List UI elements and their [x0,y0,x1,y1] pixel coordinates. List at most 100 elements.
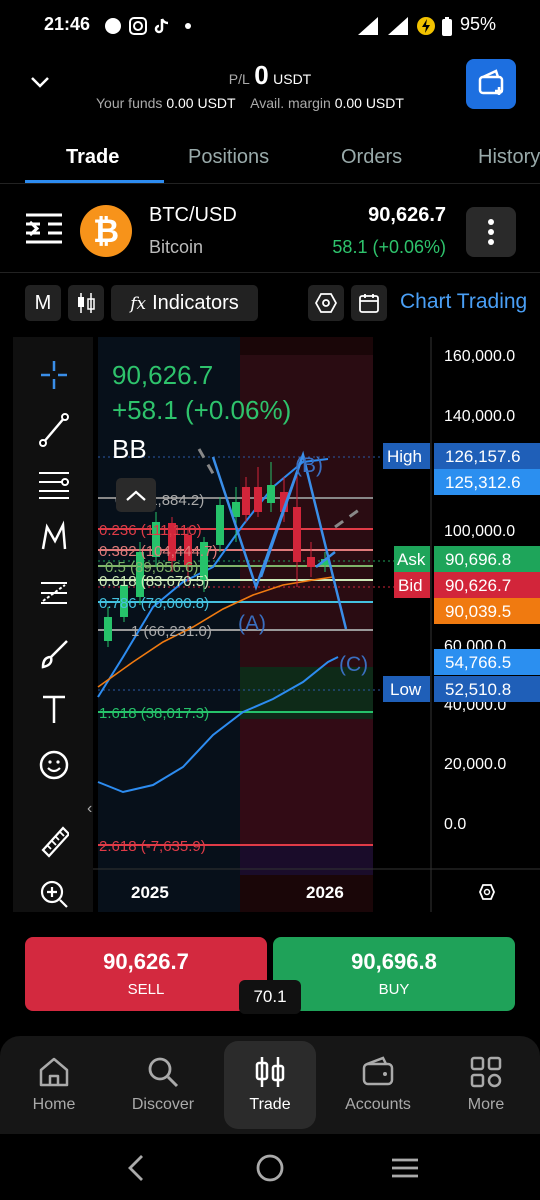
toolbar-collapse-icon[interactable]: ‹ [87,800,92,818]
bid-value: 90,626.7 [445,576,511,595]
instrument-price: 90,626.7 [368,204,446,226]
fib-label: 2.618 (-7,635.9) [99,838,206,855]
home-gesture-icon[interactable] [256,1154,284,1182]
tabs-divider [0,183,540,184]
wallet-plus-icon [478,69,504,95]
function-icon: fx [130,294,147,314]
price-tags: High 126,157.6 125,312.6 Ask 90,696.8 Bi… [383,443,540,702]
notification-icons-svg [105,17,191,35]
bitcoin-logo-icon: ₿ [80,205,132,257]
zoom-in-icon[interactable] [39,875,69,911]
upper-band-value: 125,312.6 [445,473,521,492]
nav-home[interactable]: Home [8,1048,100,1114]
x-tick: 2025 [131,883,169,902]
more-options-button[interactable] [466,207,516,257]
axis-settings-icon[interactable] [479,884,495,900]
nav-accounts[interactable]: Accounts [332,1048,424,1114]
fib-label: 0.382 (104,444.7) [99,543,217,560]
status-bar: 21:46 95% [0,0,540,52]
tab-history[interactable]: History [478,146,540,169]
candles-icon [255,1057,285,1087]
nav-discover-label: Discover [131,1096,195,1113]
buy-price: 90,696.8 [351,949,437,974]
ask-value: 90,696.8 [445,550,511,569]
indicators-button[interactable]: fx Indicators [111,285,258,321]
high-value: 126,157.6 [445,447,521,466]
y-tick: 100,000.0 [444,523,515,540]
fibonacci-icon[interactable] [39,575,69,611]
emoji-icon[interactable] [39,747,69,783]
battery-percent: 95% [459,14,496,34]
chart-trading-link[interactable]: Chart Trading [400,290,527,314]
fib-label: 0.786 (76,000.8) [99,595,209,612]
calendar-button[interactable] [351,285,387,321]
horizontal-lines-icon[interactable] [39,465,69,501]
sell-button[interactable]: 90,626.7 SELL [25,937,267,1011]
y-tick: 20,000.0 [444,756,506,773]
candle [216,505,224,545]
notification-icons [104,16,196,41]
tab-trade[interactable]: Trade [66,146,119,169]
instrument-change: 58.1 (+0.06%) [332,237,446,257]
chart-settings-button[interactable] [308,285,344,321]
nav-items: Home Discover Trade Accounts More [0,1036,540,1134]
text-tool-icon[interactable] [39,691,69,727]
nav-home-label: Home [32,1096,76,1113]
nav-more[interactable]: More [440,1048,532,1114]
trend-line-icon[interactable] [39,411,69,447]
grid-icon [470,1056,502,1088]
recents-icon[interactable] [392,1158,418,1178]
wallet-icon [362,1056,394,1086]
collapse-overlay-button[interactable] [116,478,156,512]
margin-label: Avail. margin [250,95,331,111]
system-navigation [0,1140,540,1200]
nav-trade[interactable]: Trade [224,1048,316,1114]
search-icon [148,1057,179,1088]
middle-band-value: 90,039.5 [445,602,511,621]
y-tick: 160,000.0 [444,348,515,365]
candles-icon [78,293,95,313]
fib-zone-maroon [240,719,373,845]
nav-discover[interactable]: Discover [117,1048,209,1114]
margin-value: 0.00 USDT [334,95,404,111]
wave-label-c: (C) [339,653,368,676]
symbol-list-icon[interactable] [24,212,64,248]
candle [242,487,250,515]
brush-icon[interactable] [39,635,69,671]
spread-badge: 70.1 [239,980,301,1014]
status-time: 21:46 [44,14,91,34]
axis-settings-icon-center [483,888,491,896]
instrument-divider [0,272,540,273]
candle [104,617,112,641]
x-tick: 2026 [306,883,344,902]
back-icon[interactable] [128,1155,143,1181]
candle [293,507,301,562]
chart-type-button[interactable] [68,285,104,321]
pl-currency: USDT [273,71,312,87]
home-icon [39,1057,69,1087]
drawing-toolbar: ‹ [13,337,93,912]
deposit-button[interactable] [466,59,516,109]
overlay-price: 90,626.7 [112,360,213,390]
tab-bar: Trade Positions Orders History [0,140,540,184]
fib-label: 1.618 (38,017.3) [99,705,209,722]
nav-more-label: More [467,1096,505,1113]
kebab-dot [488,229,494,235]
tab-orders[interactable]: Orders [341,146,402,169]
ruler-icon[interactable] [39,822,69,858]
sell-label: SELL [127,981,165,998]
tab-positions[interactable]: Positions [188,146,269,169]
y-tick: 0.0 [444,816,466,833]
nav-accounts-label: Accounts [345,1096,411,1113]
candle [254,487,262,512]
pattern-icon[interactable] [39,519,69,555]
candle [267,485,275,503]
instrument-symbol[interactable]: BTC/USD [149,204,237,227]
buy-button[interactable]: 90,696.8 BUY [273,937,515,1011]
hexagon-settings-icon [314,293,338,313]
low-label: Low [390,680,422,699]
interval-button[interactable]: M [25,285,61,321]
low-value: 52,510.8 [445,680,511,699]
crosshair-icon[interactable] [39,357,69,393]
high-label: High [387,447,422,466]
